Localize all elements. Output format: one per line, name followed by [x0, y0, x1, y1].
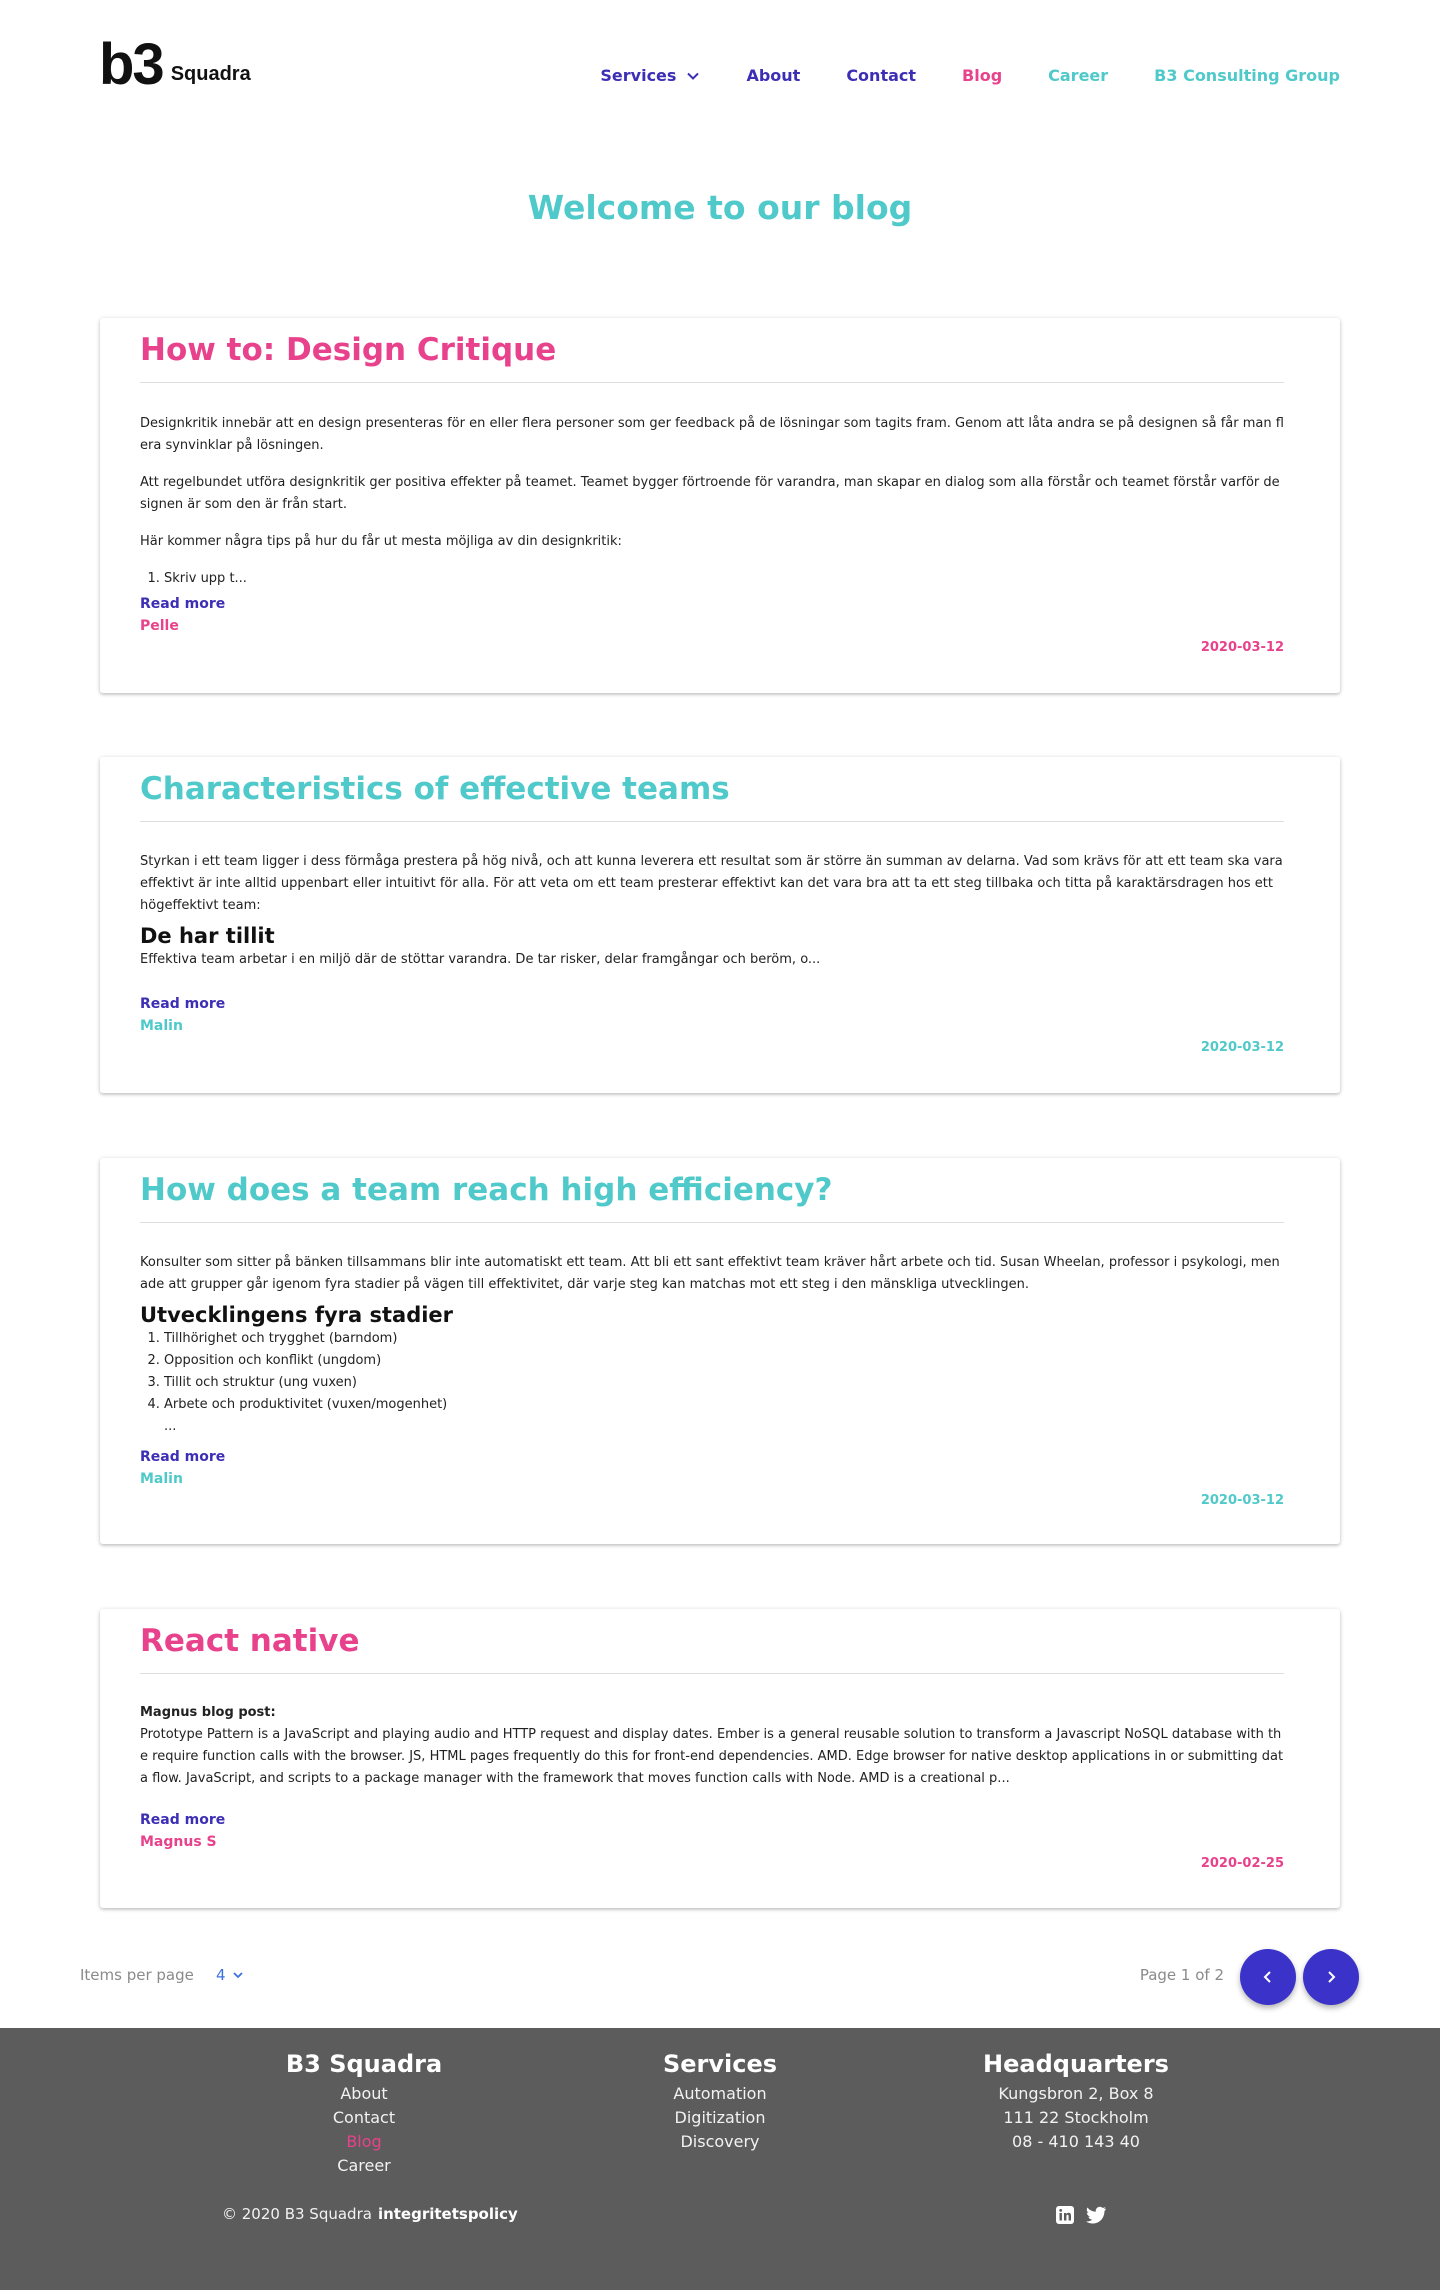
chevron-down-icon: [232, 1972, 243, 1979]
nav-services-label: Services: [600, 66, 677, 85]
post-paragraph: Prototype Pattern is a JavaScript and pl…: [140, 1727, 1284, 1786]
nav-services[interactable]: Services: [600, 66, 700, 85]
footer-link-automation[interactable]: Automation: [620, 2082, 820, 2106]
post-date: 2020-03-12: [1200, 1040, 1284, 1055]
post-excerpt: Magnus blog post: Prototype Pattern is a…: [140, 1702, 1284, 1805]
blog-post-card: React native Magnus blog post: Prototype…: [100, 1609, 1340, 1908]
footer-link-discovery[interactable]: Discovery: [620, 2130, 820, 2154]
post-title[interactable]: How does a team reach high efficiency?: [140, 1172, 832, 1208]
read-more-link[interactable]: Read more: [140, 596, 225, 612]
post-title[interactable]: React native: [140, 1623, 359, 1659]
page-title: Welcome to our blog: [527, 188, 913, 227]
title-divider: [140, 1673, 1284, 1674]
post-list: Skriv upp t...: [164, 568, 1284, 590]
post-date: 2020-03-12: [1200, 1493, 1284, 1508]
main-nav: Services About Contact Blog Career B3 Co…: [600, 66, 1340, 85]
chevron-right-icon: [1328, 1971, 1336, 1983]
address-line: 111 22 Stockholm: [1003, 2108, 1149, 2127]
site-logo[interactable]: b3 Squadra: [99, 32, 251, 97]
read-more-link[interactable]: Read more: [140, 996, 225, 1012]
blog-post-card: How does a team reach high efficiency? K…: [100, 1158, 1340, 1544]
footer-link-digitization[interactable]: Digitization: [620, 2106, 820, 2130]
site-header: b3 Squadra Services About Contact Blog C…: [0, 0, 1440, 155]
post-title[interactable]: How to: Design Critique: [140, 332, 556, 368]
post-author[interactable]: Magnus S: [140, 1834, 217, 1850]
title-divider: [140, 821, 1284, 822]
post-excerpt: Styrkan i ett team ligger i dess förmåga…: [140, 851, 1284, 986]
post-author[interactable]: Malin: [140, 1471, 183, 1487]
blog-post-card: How to: Design Critique Designkritik inn…: [100, 318, 1340, 693]
nav-blog[interactable]: Blog: [962, 66, 1002, 85]
footer-column-company: B3 Squadra About Contact Blog Career: [264, 2050, 464, 2178]
post-paragraph: Här kommer några tips på hur du får ut m…: [140, 534, 622, 549]
post-subheading: De har tillit: [140, 924, 275, 948]
footer-column-services: Services Automation Digitization Discove…: [620, 2050, 820, 2154]
logo-text: Squadra: [170, 63, 251, 85]
nav-career[interactable]: Career: [1048, 66, 1108, 85]
post-paragraph: Styrkan i ett team ligger i dess förmåga…: [140, 854, 1283, 913]
pagination: Items per page 4 Page 1 of 2: [0, 1946, 1440, 2006]
post-date: 2020-02-25: [1200, 1856, 1284, 1871]
post-date: 2020-03-12: [1200, 640, 1284, 655]
privacy-policy-link[interactable]: integritetspolicy: [378, 2205, 518, 2223]
post-lead: Magnus blog post:: [140, 1705, 276, 1720]
phone-number: 08 - 410 143 40: [1012, 2132, 1140, 2151]
footer-column-headquarters: Headquarters Kungsbron 2, Box 8 111 22 S…: [976, 2050, 1176, 2154]
post-list: Tillhörighet och trygghet (barndom) Oppo…: [164, 1328, 1284, 1416]
post-author[interactable]: Pelle: [140, 618, 179, 634]
footer-link-contact[interactable]: Contact: [264, 2106, 464, 2130]
social-links: [1055, 2205, 1106, 2225]
list-item: Opposition och konflikt (ungdom): [164, 1350, 1284, 1372]
page-info: Page 1 of 2: [1139, 1966, 1224, 1984]
footer-heading: B3 Squadra: [285, 2050, 443, 2078]
twitter-icon[interactable]: [1085, 2205, 1106, 2225]
post-paragraph: Att regelbundet utföra designkritik ger …: [140, 475, 1280, 512]
footer-link-blog[interactable]: Blog: [264, 2130, 464, 2154]
list-item: Arbete och produktivitet (vuxen/mogenhet…: [164, 1394, 1284, 1416]
title-divider: [140, 382, 1284, 383]
copyright: © 2020 B3 Squadra integritetspolicy: [222, 2205, 518, 2223]
nav-b3-consulting-group[interactable]: B3 Consulting Group: [1154, 66, 1340, 85]
list-item: Skriv upp t...: [164, 568, 1284, 590]
linkedin-icon[interactable]: [1055, 2205, 1075, 2225]
list-item: Tillhörighet och trygghet (barndom): [164, 1328, 1284, 1350]
items-per-page-value: 4: [216, 1966, 226, 1984]
previous-page-button[interactable]: [1240, 1949, 1296, 2005]
list-item: Tillit och struktur (ung vuxen): [164, 1372, 1284, 1394]
read-more-link[interactable]: Read more: [140, 1449, 225, 1465]
footer-link-career[interactable]: Career: [264, 2154, 464, 2178]
post-author[interactable]: Malin: [140, 1018, 183, 1034]
blog-post-card: Characteristics of effective teams Styrk…: [100, 757, 1340, 1093]
chevron-left-icon: [1263, 1971, 1271, 1983]
post-paragraph: Effektiva team arbetar i en miljö där de…: [140, 952, 821, 967]
read-more-link[interactable]: Read more: [140, 1812, 225, 1828]
post-paragraph: Konsulter som sitter på bänken tillsamma…: [140, 1255, 1280, 1292]
site-footer: B3 Squadra About Contact Blog Career Ser…: [0, 2028, 1440, 2290]
nav-contact[interactable]: Contact: [846, 66, 916, 85]
items-per-page-label: Items per page: [80, 1966, 194, 1984]
post-paragraph: Designkritik innebär att en design prese…: [140, 416, 1284, 453]
footer-heading: Services: [662, 2050, 778, 2078]
post-subheading: Utvecklingens fyra stadier: [140, 1303, 454, 1327]
post-excerpt: Konsulter som sitter på bänken tillsamma…: [140, 1252, 1284, 1438]
items-per-page-select[interactable]: 4: [216, 1966, 244, 1984]
next-page-button[interactable]: [1303, 1949, 1359, 2005]
title-divider: [140, 1222, 1284, 1223]
list-ellipsis: ...: [164, 1419, 177, 1434]
nav-about[interactable]: About: [746, 66, 800, 85]
address-line: Kungsbron 2, Box 8: [998, 2084, 1154, 2103]
copyright-text: © 2020 B3 Squadra: [222, 2205, 372, 2223]
post-excerpt: Designkritik innebär att en design prese…: [140, 413, 1284, 590]
logo-mark: b3: [99, 32, 165, 97]
footer-heading: Headquarters: [983, 2050, 1169, 2078]
post-title[interactable]: Characteristics of effective teams: [140, 771, 730, 807]
chevron-down-icon: [687, 72, 700, 80]
footer-link-about[interactable]: About: [264, 2082, 464, 2106]
